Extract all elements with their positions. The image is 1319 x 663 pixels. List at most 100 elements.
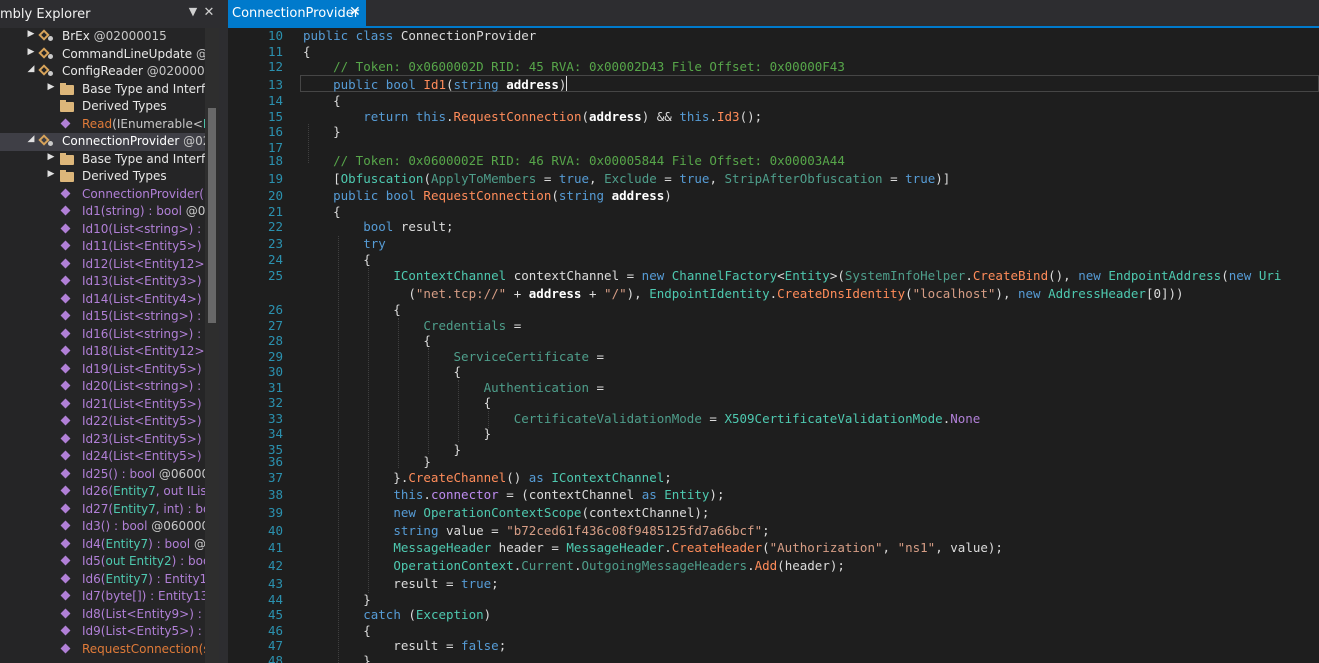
code-token: SystemInfoHelper <box>844 267 966 283</box>
collapse-arrow-icon[interactable]: ◢ <box>26 134 36 144</box>
code-token: result; <box>400 219 454 234</box>
tree-member-item[interactable]: Id4(Entity7) : bool @0 <box>0 536 205 554</box>
code-token: ) && <box>641 108 680 124</box>
tree-member-item[interactable]: Id22(List<Entity5>) : E <box>0 413 205 431</box>
tree-folder-item[interactable]: ▶ Derived Types <box>0 168 205 186</box>
code-line[interactable]: CertificateValidationMode = X509Certific… <box>303 411 981 426</box>
code-token: ServiceCertificate <box>453 348 589 364</box>
tree-member-item[interactable]: Id15(List<string>) : En <box>0 308 205 326</box>
code-line[interactable]: public class ConnectionProvider <box>303 28 536 43</box>
tree-member-item[interactable]: Id14(List<Entity4>) : E <box>0 291 205 309</box>
code-line[interactable]: // Token: 0x0600002D RID: 45 RVA: 0x0000… <box>303 59 845 74</box>
close-icon[interactable]: ✕ <box>202 5 216 21</box>
code-line[interactable]: } <box>303 653 371 663</box>
code-line[interactable]: new OperationContextScope(contextChannel… <box>303 505 709 520</box>
triangle-down-icon[interactable]: ▼ <box>186 5 200 21</box>
code-line[interactable]: { <box>303 302 401 317</box>
line-number: 18 <box>267 153 283 168</box>
expand-arrow-icon[interactable]: ▶ <box>46 82 56 92</box>
tree-member-item[interactable]: Id23(List<Entity5>) : E <box>0 431 205 449</box>
collapse-arrow-icon[interactable]: ◢ <box>26 64 36 74</box>
tree-folder-item[interactable]: ▶ Base Type and Interfac <box>0 81 205 99</box>
code-line[interactable]: Authentication = <box>303 380 604 395</box>
tab-connection-provider[interactable]: ConnectionProvider ✕ <box>228 0 366 26</box>
tree-member-item[interactable]: Id27(Entity7, int) : boo <box>0 501 205 519</box>
tree-type-item[interactable]: ▶ BrEx @02000015 <box>0 28 205 46</box>
tree-member-item[interactable]: Id13(List<Entity3>) : E <box>0 273 205 291</box>
code-line[interactable]: public bool RequestConnection(string add… <box>303 188 672 203</box>
class-icon <box>39 64 55 78</box>
tree-label-part: Id18(List<Entity12>) : <box>82 344 205 358</box>
code-line[interactable]: result = true; <box>303 576 498 591</box>
expand-arrow-icon[interactable]: ▶ <box>26 29 36 39</box>
code-line[interactable]: { <box>303 93 341 108</box>
tree-member-item[interactable]: Id1(string) : bool @06 <box>0 203 205 221</box>
code-line[interactable]: } <box>303 454 431 469</box>
code-line[interactable]: public bool Id1(string address) <box>303 77 566 92</box>
expand-arrow-icon[interactable]: ▶ <box>46 152 56 162</box>
tree-member-item[interactable]: Id11(List<Entity5>) : E <box>0 238 205 256</box>
code-line[interactable]: } <box>303 592 371 607</box>
tree-folder-item[interactable]: Derived Types <box>0 98 205 116</box>
code-line[interactable]: ServiceCertificate = <box>303 348 605 364</box>
code-line[interactable]: this.connector = (contextChannel as Enti… <box>303 487 724 502</box>
code-token: . <box>664 540 672 555</box>
code-line[interactable]: }.CreateChannel() as IContextChannel; <box>303 470 671 485</box>
tree-member-item[interactable]: Id19(List<Entity5>) : E <box>0 361 205 379</box>
panel-splitter[interactable] <box>219 0 228 663</box>
code-line[interactable]: ("net.tcp://" + address + "/"), Endpoint… <box>303 286 1183 301</box>
code-token: true <box>679 170 710 186</box>
code-line[interactable]: { <box>303 204 341 219</box>
tree-item-label: ConfigReader @0200001 <box>62 64 205 78</box>
code-token: // Token: 0x0600002D RID: 45 RVA: 0x0000… <box>333 59 845 74</box>
tree-member-item[interactable]: ConnectionProvider() <box>0 186 205 204</box>
tree-type-item[interactable]: ◢ ConnectionProvider @020 <box>0 133 205 151</box>
code-line[interactable]: { <box>303 333 431 348</box>
code-line[interactable]: string value = "b72ced61f436c08f9485125f… <box>303 523 769 538</box>
tree-member-item[interactable]: Id24(List<Entity5>) : E <box>0 448 205 466</box>
tree-member-item[interactable]: Id6(Entity7) : Entity13 <box>0 571 205 589</box>
tree-scrollbar[interactable] <box>205 28 219 663</box>
code-line[interactable]: [Obfuscation(ApplyToMembers = true, Excl… <box>303 171 950 186</box>
tree-member-item[interactable]: Id3() : bool @0600002 <box>0 518 205 536</box>
code-line[interactable]: MessageHeader header = MessageHeader.Cre… <box>303 540 1003 555</box>
code-line[interactable]: // Token: 0x0600002E RID: 46 RVA: 0x0000… <box>303 153 845 168</box>
code-line[interactable]: bool result; <box>303 219 454 234</box>
tree-member-item[interactable]: Id18(List<Entity12>) : <box>0 343 205 361</box>
close-tab-icon[interactable]: ✕ <box>349 4 361 20</box>
tree-member-item[interactable]: Read(IEnumerable<En <box>0 116 205 134</box>
code-line[interactable]: return this.RequestConnection(address) &… <box>303 109 762 124</box>
expand-arrow-icon[interactable]: ▶ <box>46 169 56 179</box>
code-line[interactable]: { <box>303 623 371 638</box>
code-line[interactable]: OperationContext.Current.OutgoingMessage… <box>303 558 845 573</box>
expand-arrow-icon[interactable]: ▶ <box>26 47 36 57</box>
scrollbar-thumb[interactable] <box>208 108 216 323</box>
tree-member-item[interactable]: Id25() : bool @060000 <box>0 466 205 484</box>
code-line[interactable]: { <box>303 44 311 59</box>
tree-label-part: Id21(List<Entity5>) : E <box>82 396 205 411</box>
tree-member-item[interactable]: Id21(List<Entity5>) : E <box>0 396 205 414</box>
code-line[interactable]: IContextChannel contextChannel = new Cha… <box>303 268 1281 283</box>
code-line[interactable]: try <box>303 236 386 251</box>
tree-member-item[interactable]: Id5(out Entity2) : bool <box>0 553 205 571</box>
tree-type-item[interactable]: ▶ CommandLineUpdate @0 <box>0 46 205 64</box>
tree-member-item[interactable]: RequestConnection(st <box>0 641 205 659</box>
code-line[interactable]: catch (Exception) <box>303 607 491 622</box>
tree-member-item[interactable]: Id8(List<Entity9>) : En <box>0 606 205 624</box>
code-line[interactable]: Credentials = <box>303 318 521 333</box>
code-editor[interactable]: 10 public class ConnectionProvider 11 {12 /… <box>228 28 1319 663</box>
tree-member-item[interactable]: Id7(byte[]) : Entity13 @ <box>0 588 205 606</box>
tree-member-item[interactable]: Id10(List<string>) : Ent <box>0 221 205 239</box>
code-line[interactable]: { <box>303 252 371 267</box>
code-line[interactable]: { <box>303 364 462 379</box>
tree-member-item[interactable]: Id26(Entity7, out IList< <box>0 483 205 501</box>
tree-member-item[interactable]: Id12(List<Entity12>) : <box>0 256 205 274</box>
tree-type-item[interactable]: ◢ ConfigReader @0200001 <box>0 63 205 81</box>
tree-folder-item[interactable]: ▶ Base Type and Interfac <box>0 151 205 169</box>
tree-member-item[interactable]: Id9(List<Entity5>) : En <box>0 623 205 641</box>
code-line[interactable]: result = false; <box>303 638 506 653</box>
method-icon <box>59 589 75 603</box>
tree-member-item[interactable]: Id20(List<string>) : En <box>0 378 205 396</box>
tree-member-item[interactable]: Id16(List<string>) : En <box>0 326 205 344</box>
